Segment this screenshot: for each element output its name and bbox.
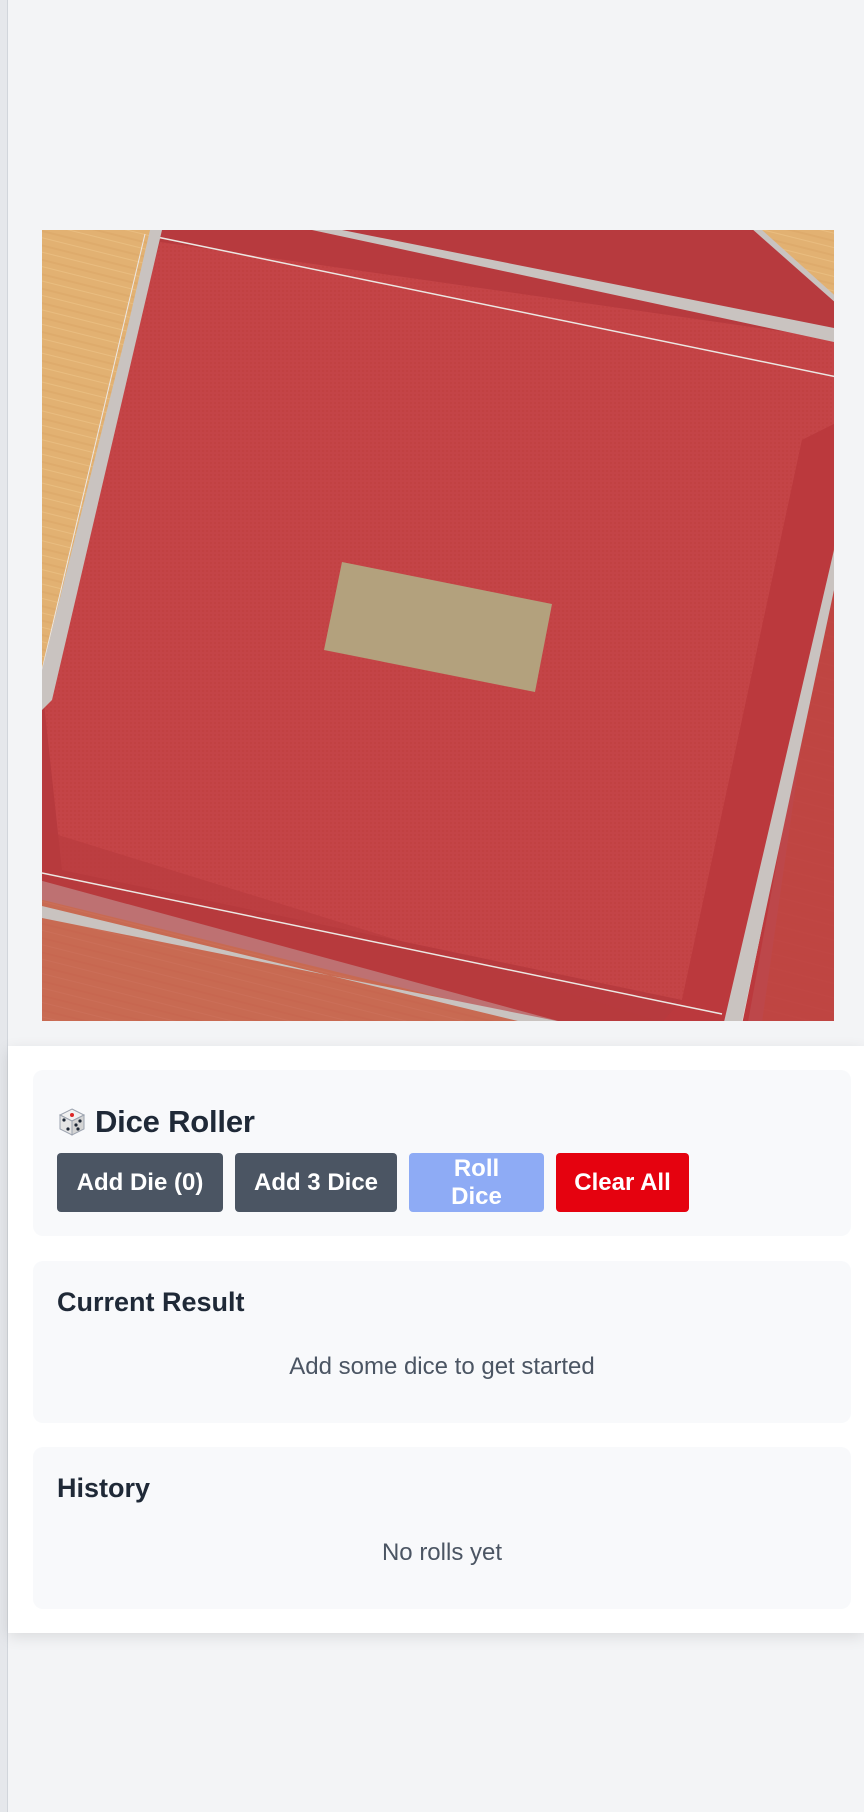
control-panel: Dice Roller Add Die (0) Add 3 Dice Roll … — [8, 1046, 864, 1633]
roll-dice-button[interactable]: Roll Dice — [409, 1153, 544, 1212]
window-left-edge — [0, 0, 8, 1812]
add-three-dice-button[interactable]: Add 3 Dice — [235, 1153, 397, 1212]
add-die-button[interactable]: Add Die (0) — [57, 1153, 223, 1212]
history-empty-message: No rolls yet — [381, 1539, 503, 1566]
app-title: Dice Roller — [95, 1104, 255, 1139]
dice-tray-scene — [42, 230, 834, 1021]
current-result-empty-message: Add some dice to get started — [289, 1353, 595, 1380]
history-heading: History — [57, 1473, 151, 1503]
clear-all-button[interactable]: Clear All — [556, 1153, 689, 1212]
history-card: History No rolls yet — [33, 1447, 851, 1609]
current-result-card: Current Result Add some dice to get star… — [33, 1261, 851, 1423]
dice-icon — [57, 1107, 87, 1137]
dice-tray-canvas[interactable] — [42, 230, 834, 1021]
title-row: Dice Roller — [57, 1102, 255, 1142]
current-result-heading: Current Result — [57, 1287, 245, 1317]
controls-card: Dice Roller Add Die (0) Add 3 Dice Roll … — [33, 1070, 851, 1236]
button-row: Add Die (0) Add 3 Dice Roll Dice Clear A… — [57, 1153, 701, 1212]
